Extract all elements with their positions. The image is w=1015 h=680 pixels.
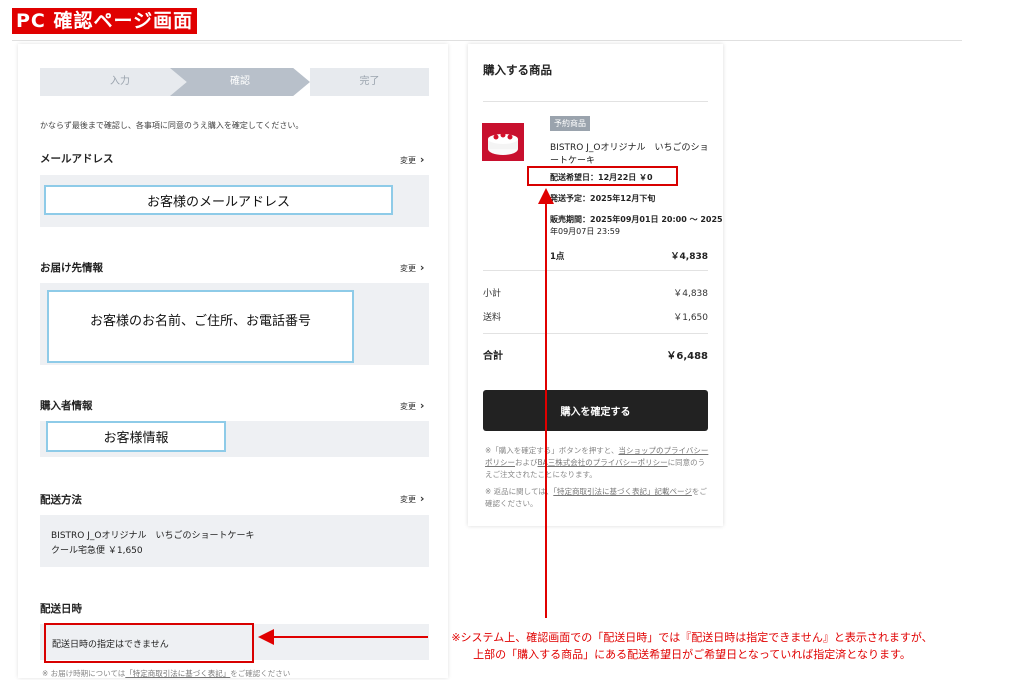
annotation-arrows (258, 188, 554, 645)
annotation-line1: ※システム上、確認画面での「配送日時」では『配送日時は指定できません』と表示され… (451, 631, 933, 644)
annotation-line2: 上部の「購入する商品」にある配送希望日がご希望日となっていれば指定済となります。 (473, 648, 911, 661)
annotation-note: ※システム上、確認画面での「配送日時」では『配送日時は指定できません』と表示され… (428, 629, 956, 663)
